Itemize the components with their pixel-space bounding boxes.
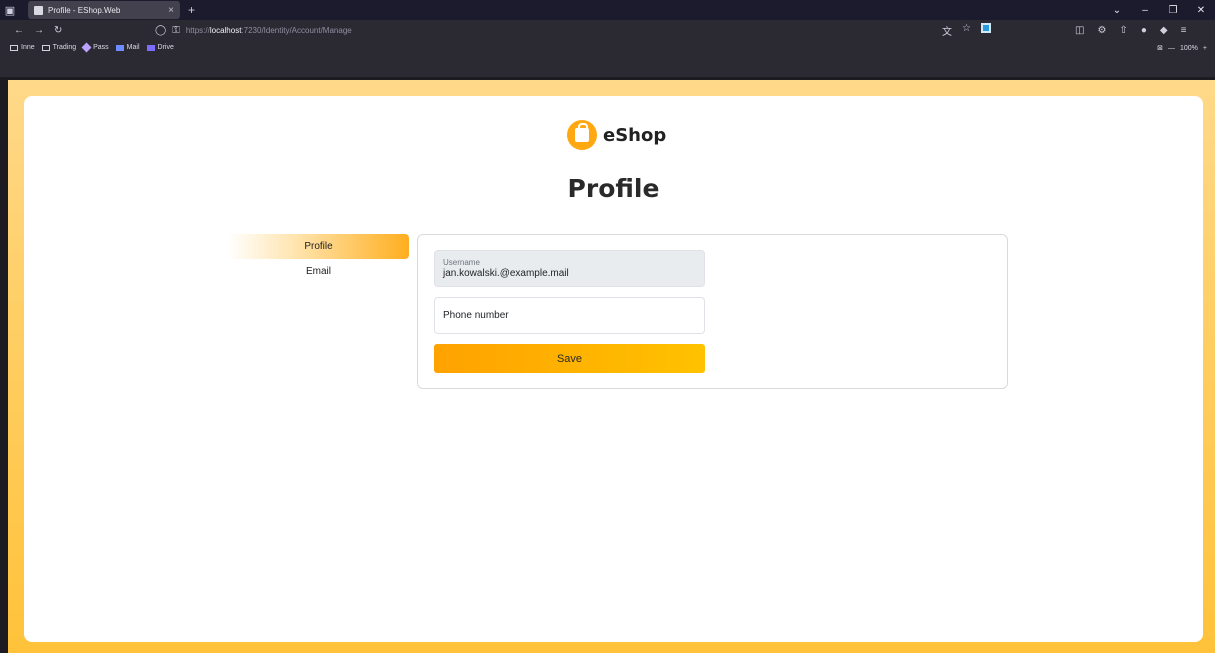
page-viewport: eShop Profile Profile Email Username jan…	[8, 80, 1215, 653]
browser-tab[interactable]: Profile - EShop.Web ×	[28, 1, 180, 19]
zoom-out-button[interactable]: —	[1168, 45, 1175, 52]
minimize-icon[interactable]: –	[1131, 5, 1159, 16]
phone-number-input[interactable]	[443, 310, 696, 321]
brand-logo[interactable]: eShop	[567, 120, 666, 150]
shopping-bag-icon	[567, 120, 597, 150]
phone-number-field[interactable]	[434, 297, 705, 334]
url-host: localhost	[209, 25, 242, 35]
nav-item-email[interactable]: Email	[228, 259, 409, 284]
maximize-icon[interactable]: ❐	[1159, 5, 1187, 16]
tab-title: Profile - EShop.Web	[48, 5, 121, 15]
bookmark-pass[interactable]: Pass	[81, 42, 109, 53]
profile-icon[interactable]: ●	[1141, 25, 1147, 36]
profile-form: Username jan.kowalski.@example.mail Save	[417, 234, 1008, 389]
share-icon[interactable]: ⇧	[1119, 25, 1127, 36]
url-path: :7230/Identity/Account/Manage	[241, 25, 352, 35]
translate-icon[interactable]: 文	[942, 23, 952, 38]
drive-icon	[146, 44, 155, 51]
extensions-gear-icon[interactable]: ⚙	[1097, 25, 1106, 36]
zoom-in-button[interactable]: +	[1203, 45, 1207, 52]
pass-icon	[81, 42, 92, 53]
bookmark-folder-trading[interactable]: Trading	[41, 44, 76, 51]
list-all-tabs-icon[interactable]: ⌄	[1103, 5, 1131, 16]
reload-icon[interactable]: ↻	[54, 25, 62, 36]
brand-name: eShop	[603, 124, 667, 146]
bookmark-folder-inne[interactable]: Inne	[10, 44, 35, 51]
back-icon[interactable]: ←	[14, 25, 24, 36]
screenshot-icon[interactable]: ⊠	[1157, 44, 1163, 52]
menu-icon[interactable]: ≡	[1181, 25, 1187, 36]
page-favicon-icon	[34, 5, 43, 15]
close-window-icon[interactable]: ✕	[1187, 5, 1215, 16]
browser-nav-bar: ← → ↻ ◯ ⚿ https://localhost:7230/Identit…	[0, 20, 1215, 40]
lock-icon[interactable]: ⚿	[172, 25, 180, 36]
username-field: Username jan.kowalski.@example.mail	[434, 250, 705, 287]
account-side-nav: Profile Email	[228, 234, 409, 284]
save-button[interactable]: Save	[434, 344, 705, 373]
bookmark-mail[interactable]: Mail	[115, 44, 140, 51]
folder-icon	[10, 44, 18, 51]
new-tab-icon[interactable]: +	[188, 3, 195, 17]
sidebar-icon[interactable]: ◫	[1075, 25, 1084, 36]
username-label: Username	[443, 258, 480, 267]
close-tab-icon[interactable]: ×	[168, 5, 174, 16]
tracking-shield-icon[interactable]: ◯	[155, 25, 166, 36]
url-scheme: https://	[185, 25, 210, 35]
bookmark-drive[interactable]: Drive	[146, 44, 174, 51]
extension-icon[interactable]	[981, 22, 991, 33]
mail-icon	[115, 44, 124, 51]
folder-icon	[41, 44, 50, 51]
window-controls: ⌄ – ❐ ✕	[1103, 0, 1215, 20]
bookmark-star-icon[interactable]: ☆	[962, 23, 971, 38]
address-bar[interactable]: ◯ ⚿ https://localhost:7230/Identity/Acco…	[155, 22, 1005, 38]
username-value: jan.kowalski.@example.mail	[443, 268, 569, 279]
main-card: eShop Profile Profile Email Username jan…	[24, 96, 1203, 642]
browser-tab-bar: ▣ Profile - EShop.Web × + ⌄ – ❐ ✕	[0, 0, 1215, 20]
zoom-level[interactable]: 100%	[1180, 45, 1198, 52]
forward-icon[interactable]: →	[34, 25, 44, 36]
page-title: Profile	[567, 174, 660, 203]
bookmarks-bar: Inne Trading Pass Mail Drive ⊠ — 100% +	[0, 40, 1215, 77]
proton-pass-icon[interactable]: ◆	[1160, 25, 1168, 36]
tab-list-icon[interactable]: ▣	[0, 0, 20, 20]
nav-item-profile[interactable]: Profile	[228, 234, 409, 259]
